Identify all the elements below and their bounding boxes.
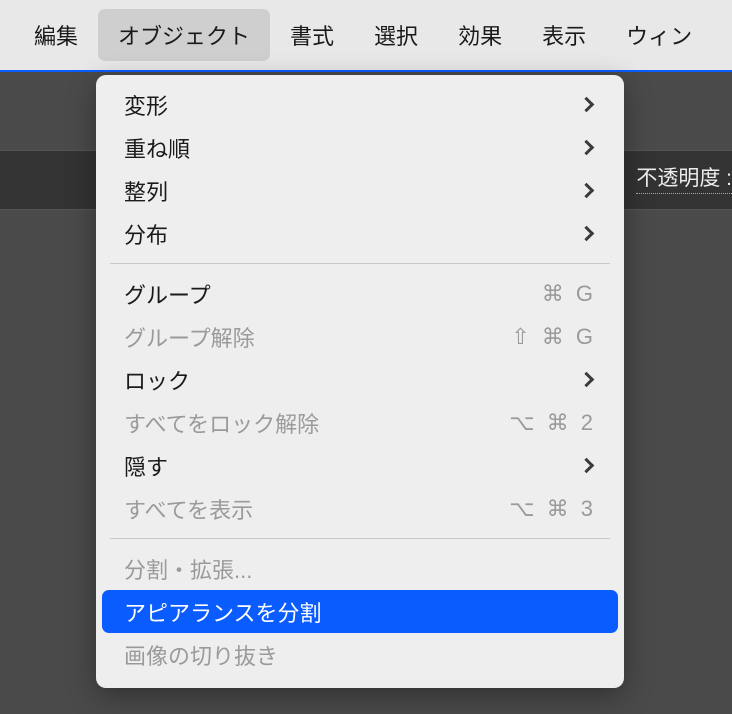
menu-item-label: グループ <box>124 278 211 310</box>
menu-item-label: ロック <box>124 364 190 396</box>
menu-item-label: すべてをロック解除 <box>124 407 319 439</box>
chevron-right-icon <box>579 372 595 388</box>
menu-lock[interactable]: ロック <box>102 358 618 401</box>
menu-window[interactable]: ウィン <box>606 9 712 61</box>
shortcut-label: ⌥ ⌘ 3 <box>509 496 596 522</box>
menu-group[interactable]: グループ ⌘ G <box>102 272 618 315</box>
menu-item-label: アピアランスを分割 <box>124 596 322 628</box>
chevron-right-icon <box>579 140 595 156</box>
menubar: 編集 オブジェクト 書式 選択 効果 表示 ウィン <box>0 0 732 72</box>
menu-separator <box>110 263 610 264</box>
menu-effect[interactable]: 効果 <box>438 9 522 61</box>
menu-hide[interactable]: 隠す <box>102 444 618 487</box>
menu-object[interactable]: オブジェクト <box>98 9 270 61</box>
object-dropdown: 変形 重ね順 整列 分布 グループ ⌘ G グループ解除 ⇧ ⌘ G ロック す… <box>96 75 624 688</box>
menu-expand: 分割・拡張... <box>102 547 618 590</box>
menu-transform[interactable]: 変形 <box>102 83 618 126</box>
menu-crop-image: 画像の切り抜き <box>102 633 618 676</box>
chevron-right-icon <box>579 97 595 113</box>
shortcut-label: ⌥ ⌘ 2 <box>509 410 596 436</box>
menu-item-label: すべてを表示 <box>124 493 253 525</box>
menu-show-all: すべてを表示 ⌥ ⌘ 3 <box>102 487 618 530</box>
menu-view[interactable]: 表示 <box>522 9 606 61</box>
menu-item-label: グループ解除 <box>124 321 255 353</box>
menu-item-label: 画像の切り抜き <box>124 639 278 671</box>
menu-separator <box>110 538 610 539</box>
menu-ungroup: グループ解除 ⇧ ⌘ G <box>102 315 618 358</box>
menu-item-label: 分割・拡張... <box>124 553 252 585</box>
shortcut-label: ⌘ G <box>542 281 596 307</box>
menu-item-label: 分布 <box>124 218 168 250</box>
menu-distribute[interactable]: 分布 <box>102 212 618 255</box>
menu-select[interactable]: 選択 <box>354 9 438 61</box>
chevron-right-icon <box>579 226 595 242</box>
menu-item-label: 変形 <box>124 89 168 121</box>
chevron-right-icon <box>579 183 595 199</box>
menu-item-label: 整列 <box>124 175 168 207</box>
menu-format[interactable]: 書式 <box>270 9 354 61</box>
shortcut-label: ⇧ ⌘ G <box>511 324 596 350</box>
opacity-label: 不透明度 : <box>636 162 732 194</box>
menu-arrange[interactable]: 重ね順 <box>102 126 618 169</box>
menu-edit[interactable]: 編集 <box>14 9 98 61</box>
menu-expand-appearance[interactable]: アピアランスを分割 <box>102 590 618 633</box>
menu-item-label: 隠す <box>124 450 168 482</box>
menu-unlock-all: すべてをロック解除 ⌥ ⌘ 2 <box>102 401 618 444</box>
menu-item-label: 重ね順 <box>124 132 190 164</box>
chevron-right-icon <box>579 458 595 474</box>
menu-align[interactable]: 整列 <box>102 169 618 212</box>
